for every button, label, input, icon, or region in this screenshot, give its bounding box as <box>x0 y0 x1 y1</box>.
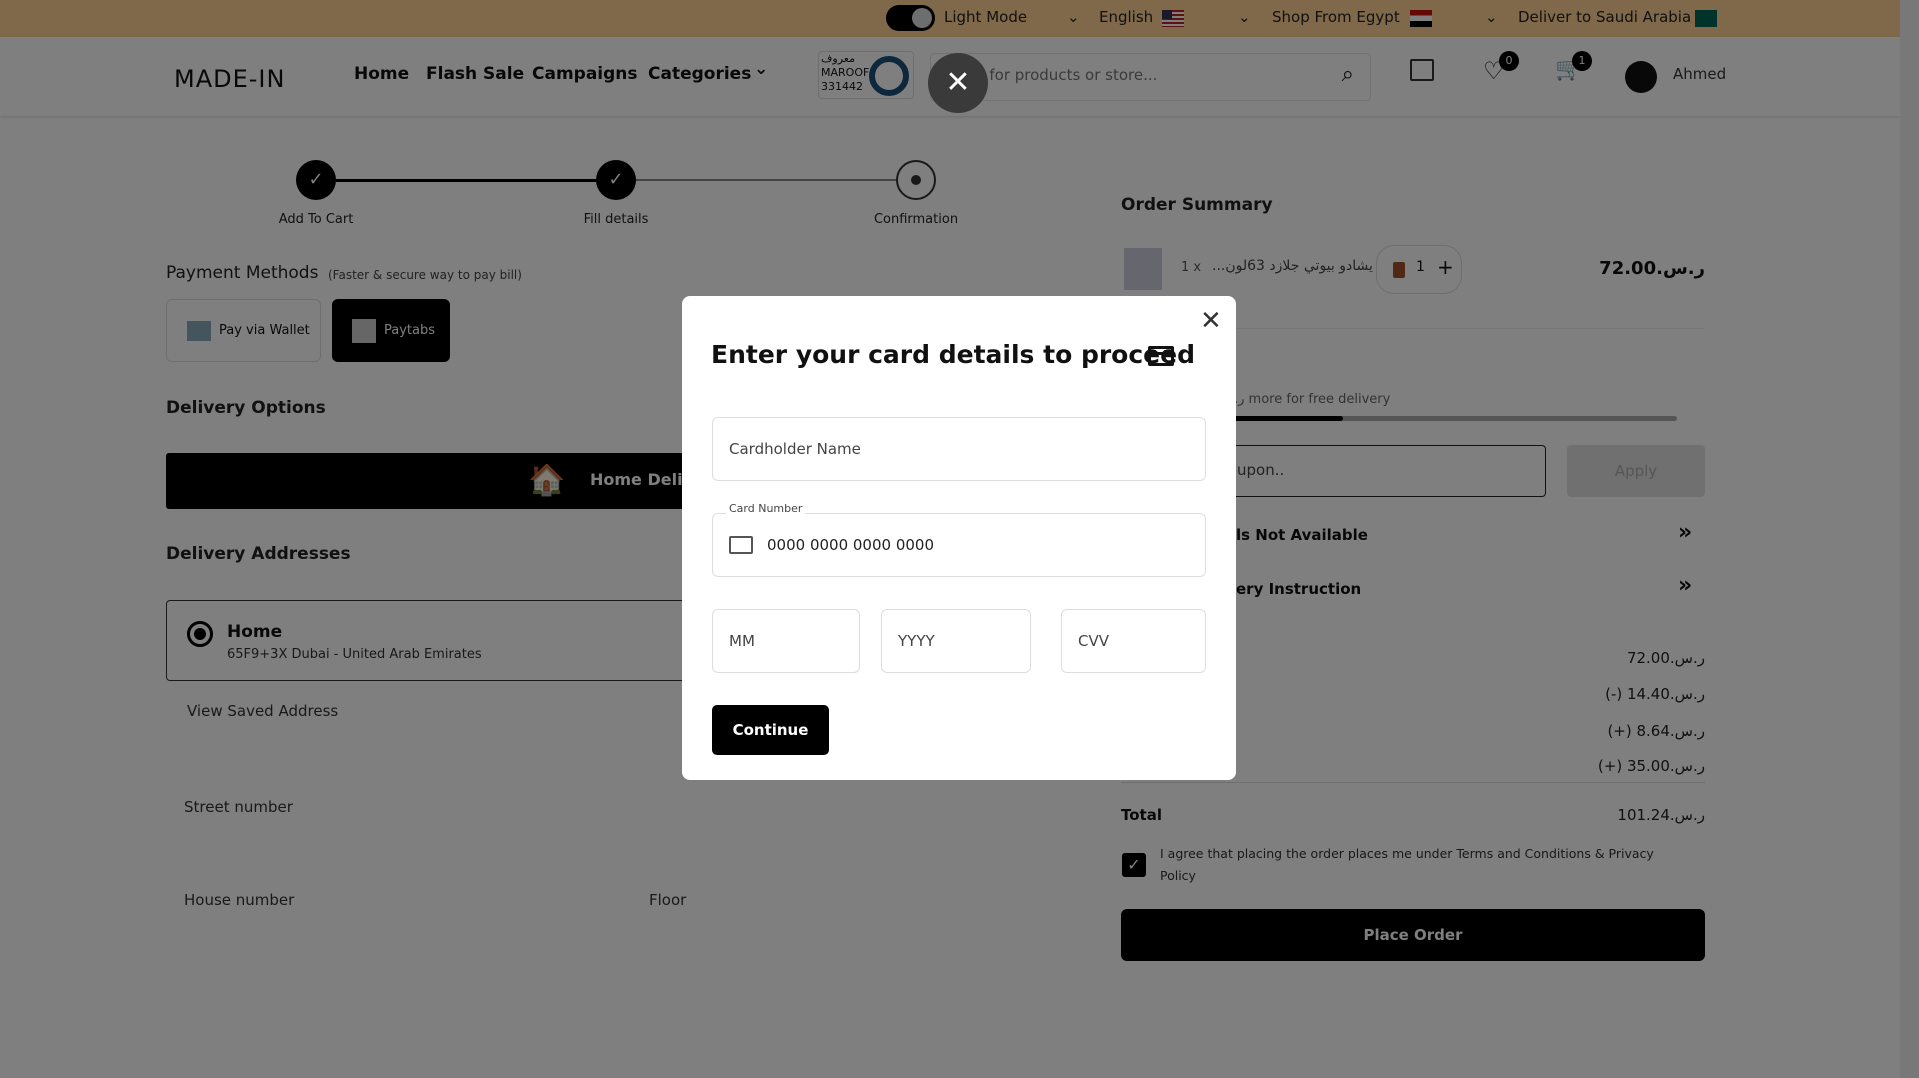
cvv-input[interactable]: CVV <box>1061 609 1206 673</box>
card-number-label: Card Number <box>726 502 806 515</box>
cardholder-name-input[interactable]: Cardholder Name <box>712 417 1206 481</box>
credit-card-icon <box>729 536 753 554</box>
card-number-placeholder: 0000 0000 0000 0000 <box>767 536 934 554</box>
close-icon[interactable]: ✕ <box>1200 306 1222 336</box>
cardholder-placeholder: Cardholder Name <box>729 440 861 458</box>
yyyy-placeholder: YYYY <box>898 632 935 650</box>
cvv-placeholder: CVV <box>1078 632 1109 650</box>
modal-title: Enter your card details to proceed <box>711 340 1195 369</box>
continue-button[interactable]: Continue <box>712 705 829 755</box>
mm-placeholder: MM <box>729 632 755 650</box>
card-details-modal: Enter your card details to proceed ✕ Car… <box>682 296 1236 780</box>
credit-card-icon <box>1148 346 1174 366</box>
close-overlay-button[interactable]: ✕ <box>928 53 988 113</box>
card-number-input[interactable]: 0000 0000 0000 0000 <box>712 513 1206 577</box>
expiry-month-input[interactable]: MM <box>712 609 860 673</box>
expiry-year-input[interactable]: YYYY <box>881 609 1031 673</box>
